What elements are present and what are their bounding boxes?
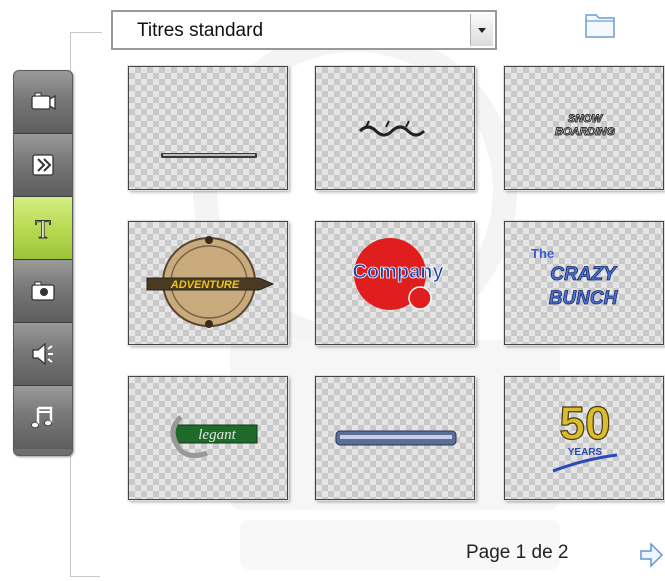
open-folder-button[interactable] [584,10,618,40]
title-preview-art [335,430,457,446]
arrow-right-icon [640,542,664,568]
title-preview-art: 50 YEARS [552,396,618,473]
title-thumbnail-1[interactable] [127,65,289,191]
svg-text:50: 50 [559,397,610,449]
page-indicator: Page 1 de 2 [466,542,569,563]
title-preview-art [161,153,257,158]
transition-icon [32,154,54,176]
svg-text:Company: Company [352,261,444,283]
speaker-icon [32,342,53,366]
svg-text:The: The [531,246,554,261]
svg-text:CRAZY: CRAZY [550,264,618,285]
camera-icon [31,281,55,301]
title-preview-art: The CRAZY BUNCH [531,246,619,309]
title-thumbnail-6[interactable]: The CRAZY BUNCH [503,220,665,346]
album-toolbar: T [13,70,73,456]
music-note-icon [31,406,53,429]
svg-text:SNOW: SNOW [568,113,604,125]
camcorder-icon [31,92,56,111]
tool-photos[interactable] [14,260,72,323]
folder-icon [585,14,615,38]
chevron-down-icon[interactable] [470,14,493,46]
title-thumbnail-2[interactable] [314,65,476,191]
svg-text:BOARDING: BOARDING [555,126,615,138]
frame-line [70,32,102,33]
title-preview-art: legant [170,415,258,459]
title-thumbnail-5[interactable]: Company [314,220,476,346]
dropdown-selected-value: Titres standard [137,20,264,41]
title-thumbnail-8[interactable] [314,375,476,501]
tool-transitions[interactable] [14,134,72,197]
svg-text:legant: legant [198,427,236,443]
title-thumbnail-4[interactable]: ADVENTURE [127,220,289,346]
title-thumbnail-9[interactable]: 50 YEARS [503,375,665,501]
title-t-icon: T [35,215,52,242]
svg-text:T: T [35,215,51,242]
frame-line [70,576,100,577]
svg-text:ADVENTURE: ADVENTURE [170,279,240,291]
tool-sound-effects[interactable] [14,323,72,386]
title-preview-art [358,120,426,137]
title-category-dropdown[interactable]: Titres standard [111,10,497,50]
title-preview-art: Company [352,238,445,310]
title-preview-art: SNOW BOARDING [555,113,616,139]
title-thumbnail-7[interactable]: legant [127,375,289,501]
next-page-button[interactable] [638,540,665,570]
svg-text:BUNCH: BUNCH [549,288,619,309]
title-preview-art: ADVENTURE [146,236,275,328]
tool-music[interactable] [14,386,72,449]
tool-video[interactable] [14,71,72,134]
tool-titles[interactable]: T [14,197,72,260]
svg-text:YEARS: YEARS [568,447,603,458]
title-thumbnail-3[interactable]: SNOW BOARDING [503,65,665,191]
